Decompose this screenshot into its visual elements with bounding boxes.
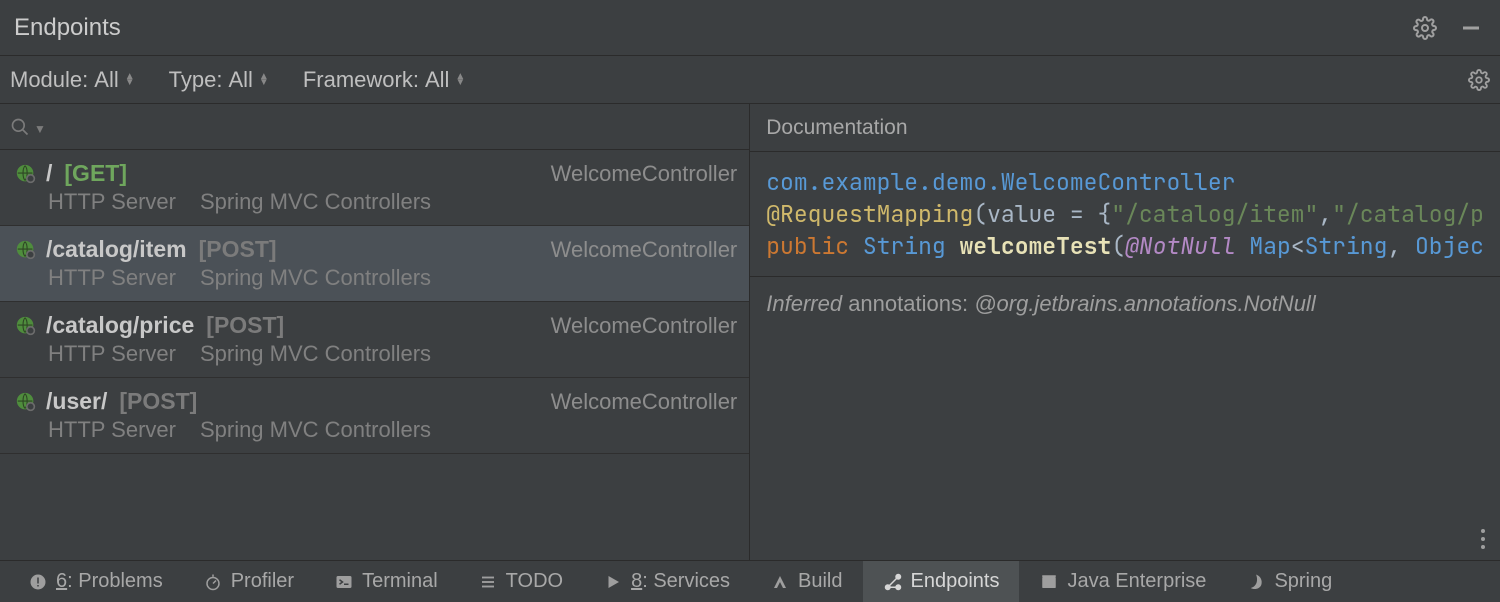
tool-services[interactable]: 8: Services (583, 561, 750, 602)
tool-javaenterprise[interactable]: Java Enterprise (1019, 561, 1226, 602)
filter-framework-value: All (425, 67, 449, 93)
chevron-down-icon[interactable]: ▼ (34, 122, 46, 136)
tool-terminal[interactable]: Terminal (314, 561, 458, 602)
terminal-icon (334, 572, 354, 592)
endpoint-method: [POST] (119, 388, 197, 415)
minimize-icon (1459, 16, 1483, 40)
toolwindow-title: Endpoints (14, 14, 1394, 42)
endpoint-server: HTTP Server (48, 265, 176, 291)
endpoint-framework: Spring MVC Controllers (200, 189, 431, 215)
tool-spring[interactable]: Spring (1226, 561, 1352, 602)
more-button[interactable] (1480, 528, 1486, 550)
sort-arrows-icon: ▲▼ (259, 74, 269, 86)
endpoint-list-pane: ▼ / [GET] WelcomeController HTTP Server Spri… (0, 104, 750, 560)
endpoint-row[interactable]: /user/ [POST] WelcomeController HTTP Server… (0, 378, 749, 454)
tool-build[interactable]: Build (750, 561, 862, 602)
filter-module[interactable]: Module: All ▲▼ (10, 67, 135, 93)
endpoint-row[interactable]: /catalog/item [POST] WelcomeController HTTP… (0, 226, 749, 302)
endpoint-row[interactable]: / [GET] WelcomeController HTTP Server Spring… (0, 150, 749, 226)
toolwindow-header: Endpoints (0, 0, 1500, 56)
tool-endpoints[interactable]: Endpoints (863, 561, 1020, 602)
documentation-tab[interactable]: Documentation (750, 104, 1500, 152)
endpoint-controller: WelcomeController (551, 313, 738, 339)
build-icon (770, 572, 790, 592)
profiler-icon (203, 572, 223, 592)
search-input[interactable] (50, 115, 739, 138)
javaenterprise-icon (1039, 572, 1059, 592)
gear-icon (1413, 16, 1437, 40)
endpoint-method: [POST] (199, 236, 277, 263)
documentation-tab-label: Documentation (766, 116, 907, 140)
sort-arrows-icon: ▲▼ (125, 74, 135, 86)
tool-label: Spring (1274, 570, 1332, 593)
spring-icon (1246, 572, 1266, 592)
tool-label: Profiler (231, 570, 294, 593)
more-vertical-icon (1480, 528, 1486, 550)
tool-profiler[interactable]: Profiler (183, 561, 314, 602)
todo-icon (478, 572, 498, 592)
gear-icon (1468, 69, 1490, 91)
filter-framework-label: Framework: (303, 67, 419, 93)
globe-endpoint-icon (14, 238, 38, 262)
endpoint-path: /catalog/price (46, 312, 194, 339)
main-split: ▼ / [GET] WelcomeController HTTP Server Spri… (0, 104, 1500, 560)
tool-label: 8: Services (631, 570, 730, 593)
filter-type-value: All (228, 67, 252, 93)
endpoint-server: HTTP Server (48, 189, 176, 215)
class-link[interactable]: com.example.demo.WelcomeController (766, 167, 1235, 197)
filter-type-label: Type: (169, 67, 223, 93)
tool-label: Endpoints (911, 570, 1000, 593)
problems-icon (28, 572, 48, 592)
endpoint-method: [GET] (64, 160, 127, 187)
tool-todo[interactable]: TODO (458, 561, 583, 602)
endpoint-list[interactable]: / [GET] WelcomeController HTTP Server Spring… (0, 150, 749, 560)
search-icon (10, 117, 30, 137)
filter-bar: Module: All ▲▼ Type: All ▲▼ Framework: A… (0, 56, 1500, 104)
endpoint-controller: WelcomeController (551, 237, 738, 263)
endpoint-method: [POST] (206, 312, 284, 339)
filter-module-label: Module: (10, 67, 88, 93)
endpoint-path: / (46, 160, 52, 187)
documentation-code: com.example.demo.WelcomeController @Requ… (750, 152, 1500, 277)
filter-type[interactable]: Type: All ▲▼ (169, 67, 269, 93)
endpoint-framework: Spring MVC Controllers (200, 341, 431, 367)
search-row: ▼ (0, 104, 749, 150)
endpoint-controller: WelcomeController (551, 161, 738, 187)
filter-settings-button[interactable] (1468, 69, 1490, 91)
services-icon (603, 572, 623, 592)
endpoints-icon (883, 572, 903, 592)
globe-endpoint-icon (14, 162, 38, 186)
filter-module-value: All (94, 67, 118, 93)
tool-window-bar: 6: Problems Profiler Terminal TODO 8: Servic… (0, 560, 1500, 602)
tool-label: Build (798, 570, 842, 593)
endpoint-framework: Spring MVC Controllers (200, 265, 431, 291)
sort-arrows-icon: ▲▼ (455, 74, 465, 86)
tool-label: TODO (506, 570, 563, 593)
globe-endpoint-icon (14, 314, 38, 338)
tool-label: 6: Problems (56, 570, 163, 593)
inferred-annotations: Inferred annotations: @org.jetbrains.ann… (750, 277, 1500, 331)
filter-framework[interactable]: Framework: All ▲▼ (303, 67, 465, 93)
endpoint-server: HTTP Server (48, 341, 176, 367)
endpoint-server: HTTP Server (48, 417, 176, 443)
minimize-button[interactable] (1456, 13, 1486, 43)
endpoint-controller: WelcomeController (551, 389, 738, 415)
globe-endpoint-icon (14, 390, 38, 414)
tool-label: Java Enterprise (1067, 570, 1206, 593)
endpoint-path: /user/ (46, 388, 107, 415)
settings-button[interactable] (1410, 13, 1440, 43)
endpoint-row[interactable]: /catalog/price [POST] WelcomeController HTT… (0, 302, 749, 378)
tool-label: Terminal (362, 570, 438, 593)
endpoint-framework: Spring MVC Controllers (200, 417, 431, 443)
endpoint-path: /catalog/item (46, 236, 187, 263)
annotation: @RequestMapping (766, 199, 973, 229)
documentation-body: Inferred annotations: @org.jetbrains.ann… (750, 277, 1500, 560)
tool-problems[interactable]: 6: Problems (8, 561, 183, 602)
documentation-pane: Documentation com.example.demo.WelcomeCo… (750, 104, 1500, 560)
